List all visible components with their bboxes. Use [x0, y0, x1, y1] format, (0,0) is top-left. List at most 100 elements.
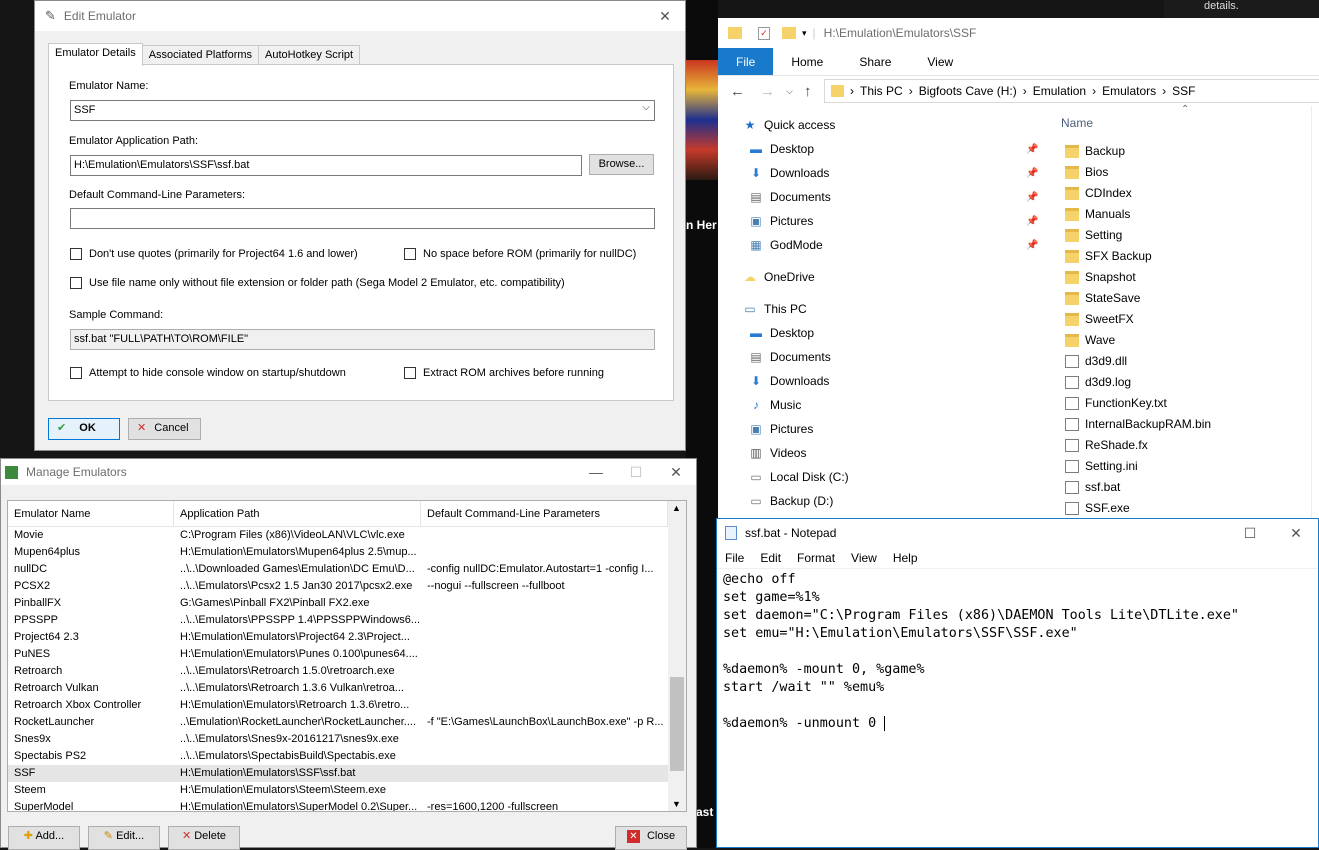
- list-item[interactable]: SSF.exe: [1065, 501, 1130, 515]
- up-arrow-icon[interactable]: ↑: [804, 83, 812, 100]
- table-row[interactable]: PCSX2 ..\..\Emulators\Pcsx2 1.5 Jan30 201…: [8, 578, 668, 595]
- nav-item[interactable]: ▦ GodMode: [748, 238, 822, 252]
- breadcrumb-emulation[interactable]: Emulation: [1033, 84, 1086, 98]
- table-row[interactable]: nullDC ..\..\Downloaded Games\Emulation\D…: [8, 561, 668, 578]
- list-item[interactable]: SFX Backup: [1065, 249, 1152, 263]
- breadcrumb-drive[interactable]: Bigfoots Cave (H:): [919, 84, 1017, 98]
- vertical-scrollbar[interactable]: [1311, 106, 1319, 518]
- tab-emulator-details[interactable]: Emulator Details: [48, 43, 143, 66]
- filename-only-checkbox[interactable]: Use file name only without file extensio…: [70, 277, 565, 289]
- emulator-list[interactable]: Emulator Name Application Path Default C…: [7, 500, 687, 812]
- list-item[interactable]: d3d9.log: [1065, 375, 1131, 389]
- table-row[interactable]: Project64 2.3 H:\Emulation\Emulators\Proj…: [8, 629, 668, 646]
- cancel-button[interactable]: ✕ Cancel: [128, 418, 201, 440]
- list-item[interactable]: Snapshot: [1065, 270, 1136, 284]
- breadcrumb-ssf[interactable]: SSF: [1172, 84, 1195, 98]
- tab-autohotkey-script[interactable]: AutoHotkey Script: [258, 45, 361, 65]
- nav-item[interactable]: ▭ Local Disk (C:): [748, 470, 848, 484]
- tab-associated-platforms[interactable]: Associated Platforms: [141, 45, 260, 65]
- table-row[interactable]: Steem H:\Emulation\Emulators\Steem\Steem.…: [8, 782, 668, 799]
- nav-item[interactable]: ▤ Documents: [748, 350, 830, 364]
- app-path-input[interactable]: H:\Emulation\Emulators\SSF\ssf.bat: [70, 155, 582, 176]
- menu-view[interactable]: View: [843, 551, 885, 565]
- list-item[interactable]: Setting.ini: [1065, 459, 1138, 473]
- extract-rom-checkbox[interactable]: Extract ROM archives before running: [404, 367, 604, 379]
- quick-access-dropdown-icon[interactable]: ▾: [802, 28, 807, 39]
- nav-item[interactable]: ♪ Music: [748, 398, 801, 412]
- nav-item[interactable]: ⬇ Downloads: [748, 374, 829, 388]
- cmdline-input[interactable]: [70, 208, 655, 229]
- hide-console-checkbox[interactable]: Attempt to hide console window on startu…: [70, 367, 346, 379]
- list-item[interactable]: Manuals: [1065, 207, 1130, 221]
- menu-format[interactable]: Format: [789, 551, 843, 565]
- ribbon-tab-share[interactable]: Share: [841, 48, 909, 75]
- scroll-up-icon[interactable]: ▲: [672, 503, 681, 513]
- table-row[interactable]: SuperModel H:\Emulation\Emulators\SuperMo…: [8, 799, 668, 811]
- column-header-params[interactable]: Default Command-Line Parameters: [421, 501, 668, 526]
- column-header-name[interactable]: Emulator Name: [8, 501, 174, 526]
- delete-button[interactable]: ✕ Delete: [168, 826, 240, 850]
- table-row[interactable]: Retroarch ..\..\Emulators\Retroarch 1.5.0…: [8, 663, 668, 680]
- list-item[interactable]: Bios: [1065, 165, 1108, 179]
- list-item[interactable]: InternalBackupRAM.bin: [1065, 417, 1211, 431]
- table-row[interactable]: Retroarch Xbox Controller H:\Emulation\Em…: [8, 697, 668, 714]
- table-row[interactable]: Spectabis PS2 ..\..\Emulators\SpectabisBu…: [8, 748, 668, 765]
- nav-item[interactable]: ▥ Videos: [748, 446, 806, 460]
- list-item[interactable]: d3d9.dll: [1065, 354, 1127, 368]
- edit-button[interactable]: ✎ Edit...: [88, 826, 160, 850]
- column-header-name[interactable]: Name: [1061, 116, 1093, 130]
- column-header-path[interactable]: Application Path: [174, 501, 421, 526]
- nav-item[interactable]: ★ Quick access: [742, 118, 836, 132]
- table-row[interactable]: Movie C:\Program Files (x86)\VideoLAN\VLC…: [8, 527, 668, 544]
- ok-button[interactable]: ✔ OK: [48, 418, 120, 440]
- list-item[interactable]: ssf.bat: [1065, 480, 1120, 494]
- close-icon[interactable]: ✕: [1274, 519, 1318, 547]
- list-item[interactable]: ReShade.fx: [1065, 438, 1148, 452]
- checkbox-box[interactable]: [404, 248, 416, 260]
- list-item[interactable]: FunctionKey.txt: [1065, 396, 1167, 410]
- list-item[interactable]: Backup: [1065, 144, 1125, 158]
- breadcrumb-this-pc[interactable]: This PC: [860, 84, 903, 98]
- table-row[interactable]: PuNES H:\Emulation\Emulators\Punes 0.100\…: [8, 646, 668, 663]
- table-row[interactable]: Snes9x ..\..\Emulators\Snes9x-20161217\sn…: [8, 731, 668, 748]
- menu-file[interactable]: File: [717, 551, 752, 565]
- breadcrumb-chevron-icon[interactable]: ›: [1162, 84, 1166, 98]
- list-item[interactable]: Setting: [1065, 228, 1122, 242]
- breadcrumb-chevron-icon[interactable]: ›: [850, 84, 854, 98]
- table-row[interactable]: SSF H:\Emulation\Emulators\SSF\ssf.bat: [8, 765, 668, 782]
- checkbox-box[interactable]: [70, 277, 82, 289]
- no-space-checkbox[interactable]: No space before ROM (primarily for nullD…: [404, 248, 636, 260]
- maximize-icon[interactable]: ☐: [616, 459, 656, 485]
- menu-edit[interactable]: Edit: [752, 551, 789, 565]
- breadcrumb-chevron-icon[interactable]: ›: [1023, 84, 1027, 98]
- nav-item[interactable]: ▭ This PC: [742, 302, 806, 316]
- ribbon-tab-home[interactable]: Home: [773, 48, 841, 75]
- scroll-down-icon[interactable]: ▼: [672, 799, 681, 809]
- minimize-icon[interactable]: —: [576, 459, 616, 485]
- list-item[interactable]: Wave: [1065, 333, 1115, 347]
- nav-item[interactable]: ▣ Pictures: [748, 214, 813, 228]
- nav-item[interactable]: ⬇ Downloads: [748, 166, 829, 180]
- emulator-name-dropdown[interactable]: SSF ⌵: [70, 100, 655, 121]
- checkbox-box[interactable]: [70, 248, 82, 260]
- nav-item[interactable]: ▤ Documents: [748, 190, 830, 204]
- nav-item[interactable]: ▭ Backup (D:): [748, 494, 833, 508]
- text-editor[interactable]: @echo off set game=%1% set daemon="C:\Prog…: [723, 571, 1239, 733]
- breadcrumb-chevron-icon[interactable]: ›: [909, 84, 913, 98]
- ribbon-tab-view[interactable]: View: [909, 48, 971, 75]
- table-row[interactable]: RocketLauncher ..\Emulation\RocketLaunche…: [8, 714, 668, 731]
- list-item[interactable]: CDIndex: [1065, 186, 1132, 200]
- nav-item[interactable]: ▬ Desktop: [748, 142, 814, 156]
- nav-item[interactable]: ☁ OneDrive: [742, 270, 815, 284]
- breadcrumb-chevron-icon[interactable]: ›: [1092, 84, 1096, 98]
- menu-help[interactable]: Help: [885, 551, 926, 565]
- table-row[interactable]: Mupen64plus H:\Emulation\Emulators\Mupen6…: [8, 544, 668, 561]
- forward-arrow-icon[interactable]: →: [760, 83, 775, 100]
- back-arrow-icon[interactable]: ←: [730, 83, 745, 100]
- browse-button[interactable]: Browse...: [589, 154, 654, 175]
- table-row[interactable]: PPSSPP ..\..\Emulators\PPSSPP 1.4\PPSSPPW…: [8, 612, 668, 629]
- close-icon[interactable]: ✕: [645, 1, 685, 31]
- list-item[interactable]: StateSave: [1065, 291, 1140, 305]
- checkbox-box[interactable]: [404, 367, 416, 379]
- close-icon[interactable]: ✕: [656, 459, 696, 485]
